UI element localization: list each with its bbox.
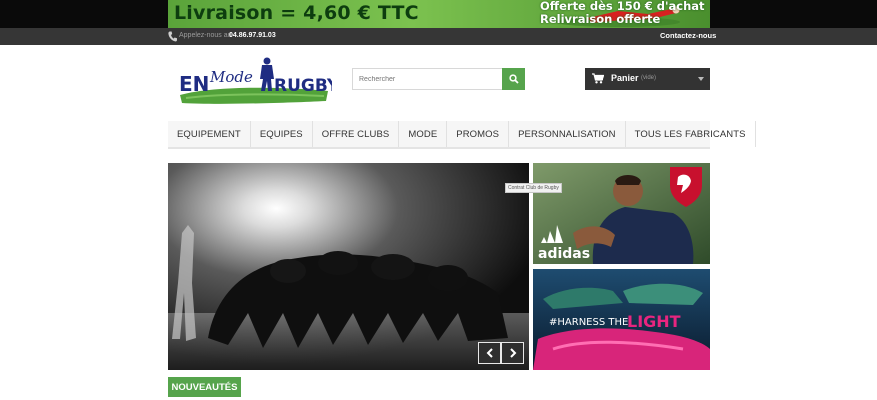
call-us-label: Appelez-nous au (179, 32, 232, 39)
chevron-down-icon (698, 77, 704, 81)
new-products-heading: NOUVEAUTÉS (168, 377, 241, 397)
menu-item-equipes[interactable]: EQUIPES (251, 121, 313, 147)
header-nav-bar (0, 28, 877, 45)
slider-next-button[interactable] (501, 342, 524, 364)
logo-word-mode: Mode (209, 68, 253, 86)
menu-item-promos[interactable]: PROMOS (447, 121, 510, 147)
menu-item-personnalisation[interactable]: PERSONNALISATION (509, 121, 626, 147)
logo-player-figure (260, 57, 274, 91)
harness-boots-image: #HARNESS THE LIGHT (533, 269, 710, 370)
hero-scrum-image (168, 163, 529, 370)
adidas-wordmark: adidas (538, 246, 590, 262)
promo-redelivery: Relivraison offerte (540, 12, 661, 26)
shipping-promo-banner[interactable]: Livraison = 4,60 € TTC Offerte dès 150 €… (168, 0, 710, 28)
hero-slider[interactable] (168, 163, 529, 370)
search-button[interactable] (502, 68, 525, 90)
phone-icon (168, 31, 177, 42)
cart-button[interactable]: Panier (vide) (585, 68, 710, 90)
menu-item-tous-les-fabricants[interactable]: TOUS LES FABRICANTS (626, 121, 756, 147)
harness-text: #HARNESS THE (549, 317, 628, 328)
slider-prev-button[interactable] (478, 342, 501, 364)
banner-tooltip: Contrat Club de Rugby (505, 183, 562, 193)
contact-us-link[interactable]: Contactez-nous (660, 31, 716, 40)
logo-word-en: EN (179, 72, 209, 96)
chevron-left-icon (486, 348, 493, 358)
main-menu: EQUIPEMENT EQUIPES OFFRE CLUBS MODE PROM… (168, 121, 756, 149)
harness-the-light-banner[interactable]: #HARNESS THE LIGHT (533, 269, 710, 370)
promo-shipping-price: Livraison = 4,60 € TTC (174, 2, 419, 24)
chevron-right-icon (509, 348, 516, 358)
search-box (352, 68, 525, 90)
search-input[interactable] (353, 69, 501, 89)
logo-word-rugby: RUGBY (274, 76, 332, 96)
shopping-cart-icon (592, 73, 604, 84)
cart-label: Panier (611, 73, 639, 83)
adidas-france-banner[interactable]: adidas (533, 163, 710, 264)
promo-free-shipping: Offerte dès 150 € d'achat Relivraison of… (540, 0, 705, 26)
menu-item-offre-clubs[interactable]: OFFRE CLUBS (313, 121, 400, 147)
search-icon (508, 74, 519, 84)
site-logo[interactable]: EN Mode RUGBY (176, 55, 332, 107)
menu-item-equipement[interactable]: EQUIPEMENT (168, 121, 251, 147)
menu-item-mode[interactable]: MODE (399, 121, 448, 147)
light-text: LIGHT (627, 312, 681, 331)
phone-number[interactable]: 04.86.97.91.03 (229, 32, 276, 39)
cart-status: (vide) (641, 74, 657, 81)
adidas-france-image: adidas (533, 163, 710, 264)
